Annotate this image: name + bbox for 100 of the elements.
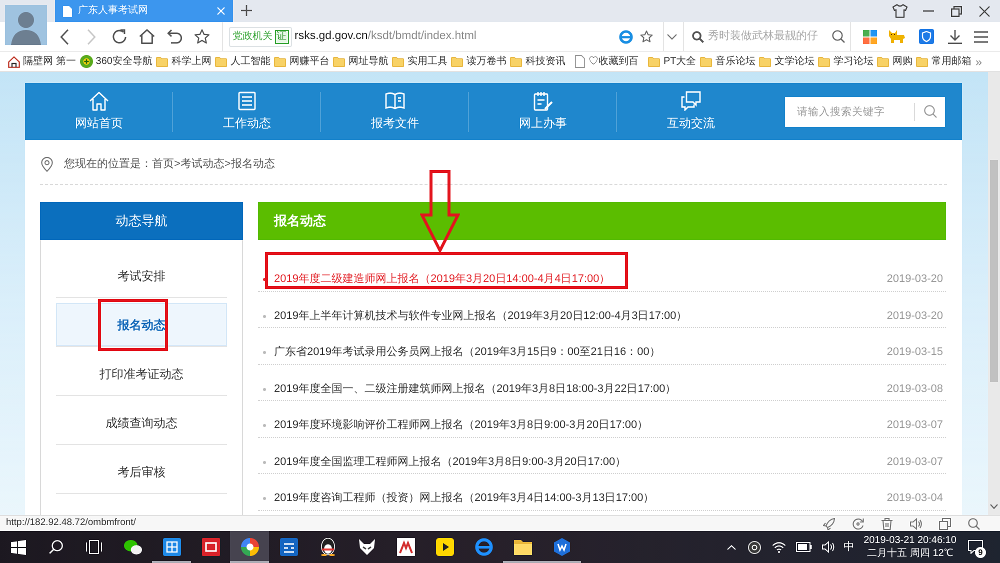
news-date: 2019-03-08 [886, 382, 943, 396]
chevron-up-icon[interactable] [726, 544, 736, 550]
nav-item[interactable]: 报考文件 [321, 83, 469, 140]
news-link[interactable]: 2019年度全国监理工程师网上报名（2019年3月8日9:00-3月20日17:00） [274, 454, 626, 470]
color-wheel-icon [240, 538, 258, 556]
house-icon [89, 91, 109, 111]
chevron-down-icon[interactable] [667, 34, 677, 40]
bookmark[interactable]: 网址导航 [333, 56, 388, 68]
bookmark[interactable]: 网购 [877, 56, 912, 68]
sidebar-item[interactable]: 打印准考证动态 [56, 352, 227, 395]
player-icon [436, 538, 454, 556]
news-date: 2019-03-20 [886, 308, 943, 324]
scrollbar-thumb[interactable] [990, 160, 998, 382]
round-logo-icon [80, 55, 93, 68]
close-icon[interactable] [978, 6, 990, 16]
bookmark[interactable]: 常用邮箱 [916, 56, 972, 68]
bookmark[interactable]: PT大全 [648, 56, 696, 68]
minimize-icon[interactable] [922, 10, 934, 12]
search-icon[interactable] [924, 105, 937, 118]
folder-icon [510, 56, 522, 66]
nav-item[interactable]: 互动交流 [617, 83, 765, 140]
folder-icon [392, 56, 404, 66]
folder-icon [700, 56, 712, 66]
app-square-icon [280, 538, 298, 556]
volume-icon[interactable] [822, 541, 834, 553]
news-link[interactable]: 广东省2019年考试录用公务员网上报名（2019年3月15日9：00至21日16：00） [274, 344, 660, 360]
bookmark[interactable]: 学习论坛 [818, 56, 874, 68]
star-icon[interactable] [194, 29, 210, 44]
bookmark[interactable]: 科技资讯 [510, 56, 566, 68]
sidebar-item[interactable]: 考后审核 [56, 450, 227, 493]
undo-icon[interactable] [166, 29, 182, 44]
search-icon [692, 30, 704, 42]
bookmark[interactable]: 实用工具 [392, 56, 448, 68]
chat-bubbles-icon [124, 538, 142, 556]
bookmark[interactable]: 人工智能 [215, 56, 270, 68]
hexagon-app-icon [552, 538, 570, 556]
scroll-down-icon[interactable] [990, 504, 998, 509]
app-grid-icon[interactable] [863, 30, 877, 44]
news-date: 2019-03-15 [886, 345, 943, 360]
two-windows-icon[interactable] [939, 518, 951, 530]
bookmark[interactable]: 文学论坛 [759, 56, 814, 68]
news-link[interactable]: 2019年度全国一、二级注册建筑师网上报名（2019年3月8日18:00-3月22日17:00） [274, 380, 676, 396]
sidebar-item[interactable]: 考试安排 [56, 254, 227, 297]
notification-icon[interactable] [968, 540, 982, 554]
wifi-icon[interactable] [772, 541, 786, 553]
shirt-icon[interactable] [892, 4, 908, 18]
menu-icon[interactable] [974, 30, 988, 42]
input-method-indicator[interactable]: 中 [840, 540, 858, 554]
refresh-icon[interactable] [852, 518, 864, 530]
news-link[interactable]: 2019年度环境影响评价工程师网上报名（2019年3月8日9:00-3月20日17:00） [274, 417, 648, 433]
search-field[interactable]: 请输入搜索关键字 [785, 96, 945, 126]
nav-item[interactable]: 工作动态 [173, 83, 321, 140]
breadcrumb: 您现在的位置是：首页>考试动态>报名动态 [64, 156, 275, 172]
speech-bubbles-icon [681, 91, 701, 111]
star-icon[interactable] [640, 30, 653, 43]
bookmark[interactable]: 科学上网 [156, 56, 212, 68]
search-input[interactable]: 请输入搜索关键字 [785, 96, 914, 126]
window-grid-icon [162, 538, 180, 556]
folder-icon [215, 56, 228, 66]
bookmark[interactable]: 360安全导航 [80, 55, 152, 68]
sidebar-item[interactable]: 成绩查询动态 [56, 401, 227, 444]
clock-text[interactable]: 2019-03-21 20:46:10 [864, 534, 956, 547]
nav-item[interactable]: 网上办事 [469, 83, 617, 140]
home-icon[interactable] [138, 29, 154, 44]
bookmark[interactable]: 隔壁网 第一 [8, 56, 76, 68]
bookmark[interactable]: 网赚平台 [274, 56, 330, 68]
news-link[interactable]: 2019年度二级建造师网上报名（2019年3月20日14:00-4月4日17:00） [274, 271, 610, 287]
news-link[interactable]: 2019年上半年计算机技术与软件专业网上报名（2019年3月20日12:00-4月3日17:00） [274, 308, 688, 324]
tray-app-icon[interactable] [748, 540, 760, 554]
bookmark[interactable]: 音乐论坛 [700, 56, 756, 68]
search-input[interactable]: 秀时装做武林最靓的仔 [708, 28, 832, 45]
fox-head-icon [358, 538, 376, 556]
taskbar-button[interactable] [230, 531, 269, 563]
search-icon[interactable] [968, 518, 980, 530]
download-icon[interactable] [948, 30, 962, 44]
browser-mode-icon[interactable] [619, 30, 633, 44]
page-icon [63, 6, 72, 16]
speaker-icon[interactable] [910, 518, 922, 530]
news-link[interactable]: 2019年度咨询工程师（投资）网上报名（2019年3月4日14:00-3月13日17:00） [274, 490, 654, 506]
bookmark[interactable]: 读万卷书 [451, 56, 506, 68]
reload-icon[interactable] [112, 29, 126, 44]
back-icon[interactable] [60, 28, 68, 44]
nav-item[interactable]: 网站首页 [25, 83, 173, 140]
battery-icon[interactable] [796, 542, 812, 552]
task-view-icon [86, 540, 102, 554]
search-icon[interactable] [832, 30, 845, 43]
trash-icon[interactable] [881, 518, 893, 530]
shield-icon[interactable] [919, 29, 934, 44]
scrollbar[interactable] [988, 72, 1000, 515]
folder-icon [916, 56, 928, 66]
folder-icon [759, 56, 772, 66]
folder-icon [648, 56, 660, 66]
web-browser-icon [474, 538, 492, 556]
address-field[interactable]: rsks.gd.gov.cn/ksdt/bmdt/index.html [294, 28, 619, 46]
plus-icon[interactable] [241, 5, 252, 16]
rocket-icon[interactable] [823, 518, 835, 530]
bookmark[interactable]: ♡收藏到百 [575, 55, 638, 68]
sidebar-item[interactable]: 报名动态 [56, 303, 227, 346]
restore-icon[interactable] [950, 6, 962, 16]
more-bookmarks-button[interactable]: » [975, 56, 982, 68]
